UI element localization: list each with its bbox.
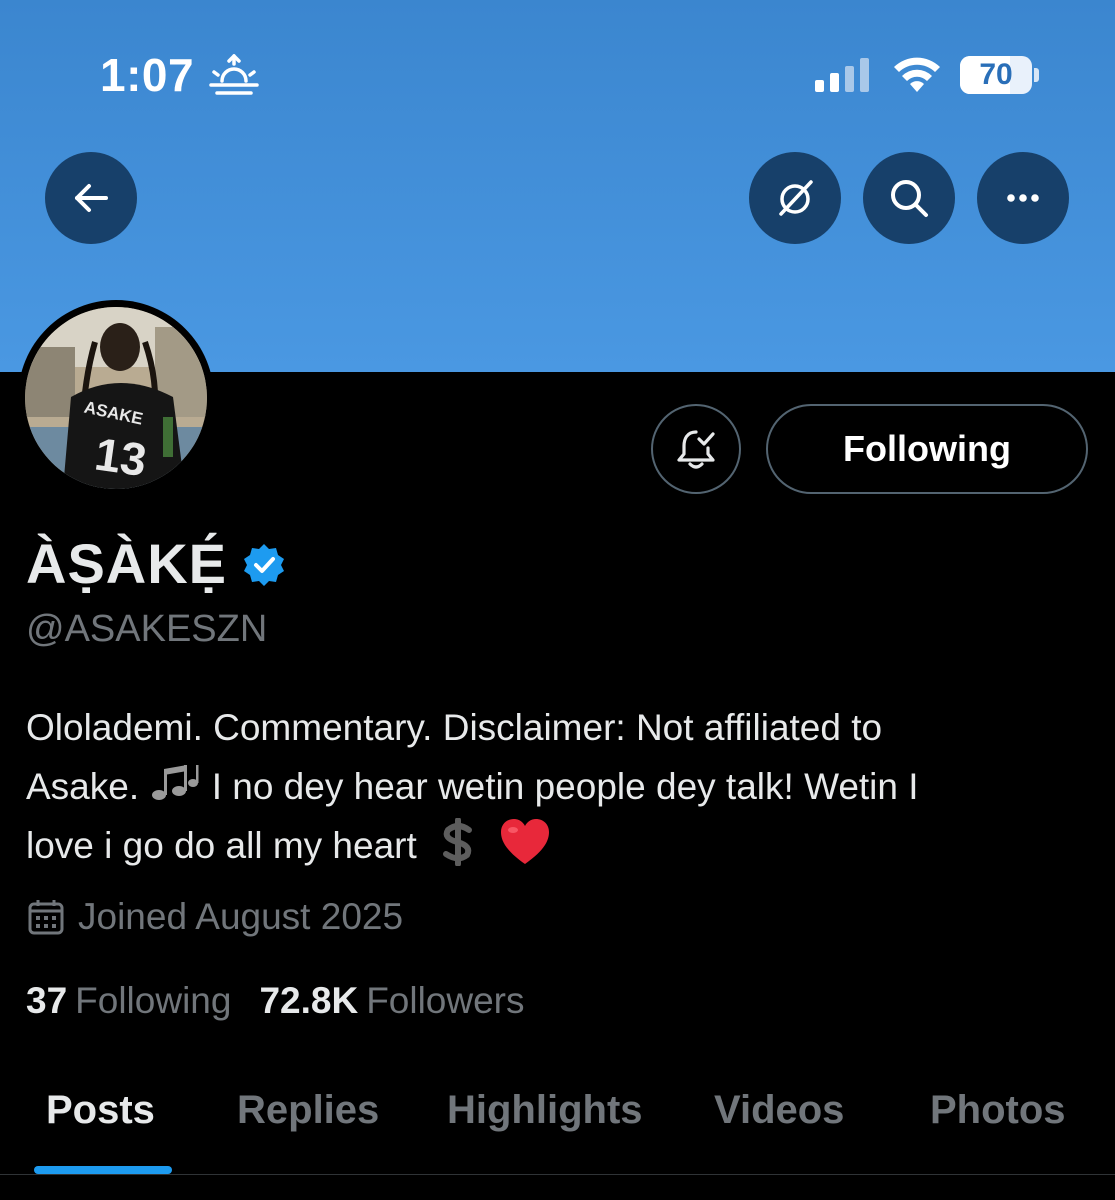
- joined-text: Joined August 2025: [78, 896, 404, 937]
- verified-badge-icon[interactable]: [241, 542, 287, 588]
- name-row: ÀṢÀKẸ́: [26, 528, 287, 598]
- battery-tip: [1034, 68, 1039, 82]
- joined-date: Joined August 2025: [26, 896, 403, 938]
- bio-line-3-text: love i go do all my heart: [26, 825, 417, 866]
- following-stat-link[interactable]: 37 Following: [26, 980, 231, 1022]
- calendar-icon: [28, 900, 64, 935]
- followers-stat-link[interactable]: 72.8K Followers: [259, 980, 524, 1022]
- grok-icon: [779, 180, 813, 216]
- search-icon: [891, 180, 928, 217]
- bell-check-icon: [677, 430, 715, 469]
- battery-indicator: 70: [960, 56, 1032, 94]
- tab-videos[interactable]: Videos: [714, 1088, 844, 1133]
- status-bar: 1:07 70: [0, 0, 1115, 150]
- more-horizontal-icon: [1007, 194, 1039, 202]
- display-name: ÀṢÀKẸ́: [26, 531, 228, 595]
- following-button[interactable]: Following: [766, 404, 1088, 494]
- notifications-button[interactable]: [651, 404, 741, 494]
- arrow-left-icon: [75, 184, 108, 212]
- profile-handle: @ASAKESZN: [26, 608, 268, 650]
- wifi-icon: [894, 57, 940, 92]
- bio-line-1: Ololademi. Commentary. Disclaimer: Not a…: [26, 707, 883, 748]
- tab-photos[interactable]: Photos: [930, 1088, 1066, 1133]
- sunrise-icon: [209, 54, 259, 95]
- grok-button[interactable]: [749, 152, 841, 244]
- status-time: 1:07: [100, 49, 195, 101]
- bio-line-2-start: Asake.: [26, 766, 140, 807]
- followers-count: 72.8K: [259, 980, 359, 1021]
- bio-line-2: Asake. I no dey hear wetin people dey ta…: [26, 757, 1086, 816]
- musical-notes-icon: [152, 765, 199, 800]
- back-button[interactable]: [45, 152, 137, 244]
- profile-avatar[interactable]: ASAKE 13: [18, 300, 214, 496]
- red-heart-icon: [501, 819, 550, 864]
- profile-bio: Ololademi. Commentary. Disclaimer: Not a…: [26, 698, 1086, 875]
- tab-highlights[interactable]: Highlights: [447, 1088, 643, 1133]
- bio-line-2-end: I no dey hear wetin people dey talk! Wet…: [211, 766, 919, 807]
- tab-replies[interactable]: Replies: [237, 1088, 379, 1133]
- follow-stats: 37 Following 72.8K Followers: [26, 980, 553, 1022]
- battery-percent: 70: [979, 58, 1013, 91]
- active-tab-indicator: [34, 1166, 172, 1174]
- search-button[interactable]: [863, 152, 955, 244]
- avatar-image: ASAKE 13: [25, 307, 207, 489]
- svg-text:13: 13: [92, 427, 150, 486]
- bio-line-3: love i go do all my heart: [26, 816, 1086, 875]
- tabs-divider: [0, 1174, 1115, 1175]
- profile-tabs: Posts Replies Highlights Videos Photos: [0, 1080, 1115, 1175]
- following-count: 37: [26, 980, 68, 1021]
- more-button[interactable]: [977, 152, 1069, 244]
- cellular-signal-icon: [815, 58, 869, 92]
- followers-label: Followers: [366, 980, 525, 1021]
- following-label: Following: [75, 980, 232, 1021]
- tab-posts[interactable]: Posts: [46, 1088, 155, 1133]
- dollar-sign-icon: [443, 818, 473, 866]
